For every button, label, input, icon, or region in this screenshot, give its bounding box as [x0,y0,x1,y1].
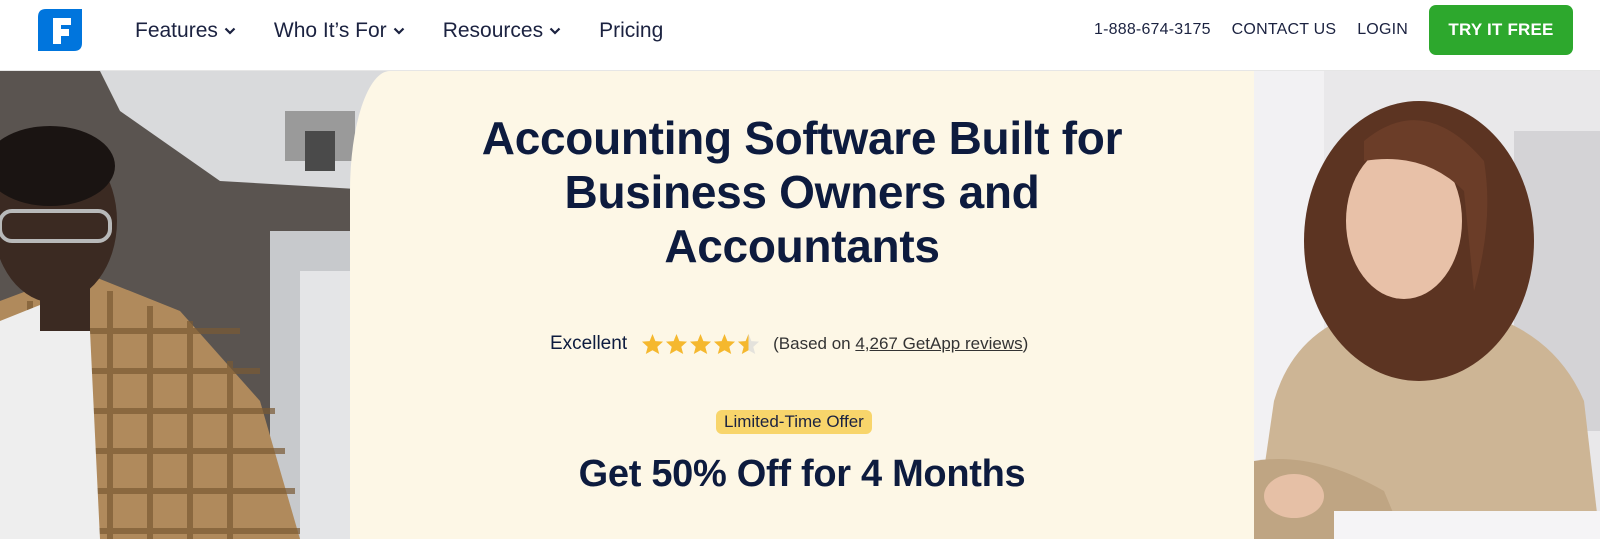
nav-who-its-for-label: Who It’s For [273,19,387,42]
freshbooks-logo-icon[interactable] [38,9,82,51]
contact-us-link[interactable]: CONTACT US [1232,21,1337,39]
reviews-text: (Based on 4,267 GetApp reviews) [773,334,1028,354]
star-icon [714,333,736,355]
hero-title: Accounting Software Built for Business O… [481,112,1123,272]
limited-time-offer-badge: Limited-Time Offer [716,410,872,434]
hero-section: Accounting Software Built for Business O… [0,71,1600,539]
main-nav: Features Who It’s For Resources Pricing [135,0,701,62]
chevron-down-icon [549,27,561,35]
login-link[interactable]: LOGIN [1357,21,1408,39]
nav-pricing-label: Pricing [599,19,664,42]
site-header: Features Who It’s For Resources Pricing … [0,0,1600,71]
half-star-icon [738,333,760,355]
reviews-suffix: ) [1022,334,1029,353]
star-icon [666,333,688,355]
chevron-down-icon [224,27,236,35]
nav-features[interactable]: Features [135,19,236,43]
rating-label: Excellent [550,333,628,354]
rating-row: Excellent (Based on 4,267 GetApp reviews… [550,329,1028,359]
phone-number-link[interactable]: 1-888-674-3175 [1094,21,1211,39]
rating-stars [641,333,761,355]
nav-resources-label: Resources [442,19,544,42]
reviews-prefix: (Based on [773,334,856,353]
nav-resources[interactable]: Resources [443,19,561,43]
try-it-free-button[interactable]: TRY IT FREE [1429,5,1573,55]
hero-photo-man [0,71,390,539]
star-icon [690,333,712,355]
hero-photo-woman [1254,71,1600,539]
offer-title: Get 50% Off for 4 Months [578,453,1026,495]
star-icon [642,333,664,355]
getapp-reviews-link[interactable]: 4,267 GetApp reviews [855,334,1022,353]
nav-pricing[interactable]: Pricing [599,19,663,43]
chevron-down-icon [393,27,404,35]
nav-features-label: Features [135,19,218,42]
nav-who-its-for[interactable]: Who It’s For [274,19,405,43]
header-actions: 1-888-674-3175 CONTACT US LOGIN TRY IT F… [1094,5,1573,55]
